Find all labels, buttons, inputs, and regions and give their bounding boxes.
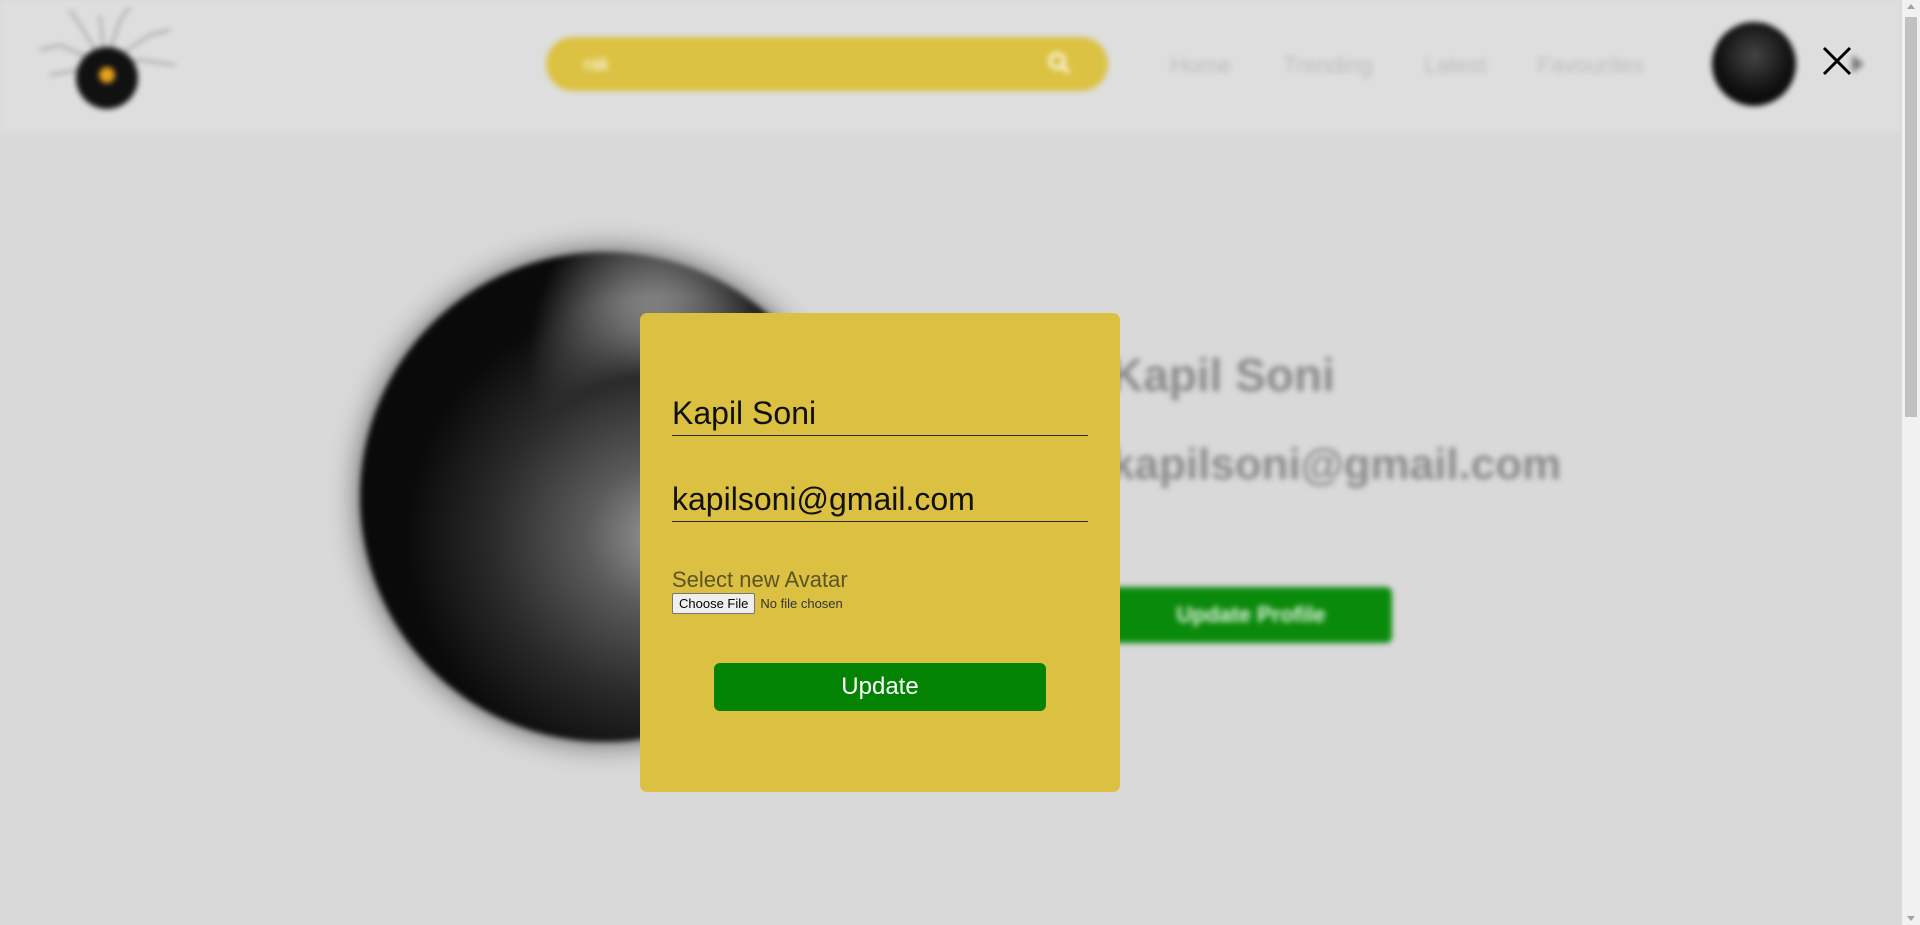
- choose-file-button[interactable]: Choose File: [672, 593, 756, 614]
- name-field[interactable]: [672, 393, 1088, 436]
- scroll-down-icon[interactable]: [1907, 916, 1915, 921]
- edit-profile-modal: Select new Avatar Choose File No file ch…: [640, 313, 1120, 792]
- navbar: rak Home Trending Latest Favourites: [0, 0, 1902, 132]
- search-input[interactable]: rak: [584, 54, 609, 75]
- nav-link-latest[interactable]: Latest: [1424, 52, 1487, 79]
- update-button[interactable]: Update: [714, 663, 1046, 711]
- logo: [39, 6, 176, 109]
- search-bar[interactable]: rak: [546, 37, 1108, 91]
- email-field[interactable]: [672, 479, 1088, 522]
- nav-link-home[interactable]: Home: [1170, 52, 1231, 79]
- close-icon[interactable]: [1820, 44, 1854, 78]
- scroll-thumb[interactable]: [1905, 17, 1917, 417]
- scrollbar[interactable]: [1902, 0, 1920, 925]
- update-profile-button[interactable]: Update Profile: [1110, 587, 1392, 643]
- nav-link-favourites[interactable]: Favourites: [1537, 52, 1644, 79]
- user-avatar[interactable]: [1712, 22, 1796, 106]
- file-status: No file chosen: [760, 596, 843, 611]
- scroll-up-icon[interactable]: [1907, 4, 1915, 9]
- search-icon[interactable]: [1046, 50, 1072, 76]
- profile-name: Kapil Soni: [1110, 349, 1335, 401]
- nav-link-trending[interactable]: Trending: [1283, 52, 1373, 79]
- avatar-label: Select new Avatar: [672, 567, 848, 592]
- file-input: Choose File No file chosen: [672, 593, 843, 614]
- profile-email: kapilsoni@gmail.com: [1110, 440, 1562, 489]
